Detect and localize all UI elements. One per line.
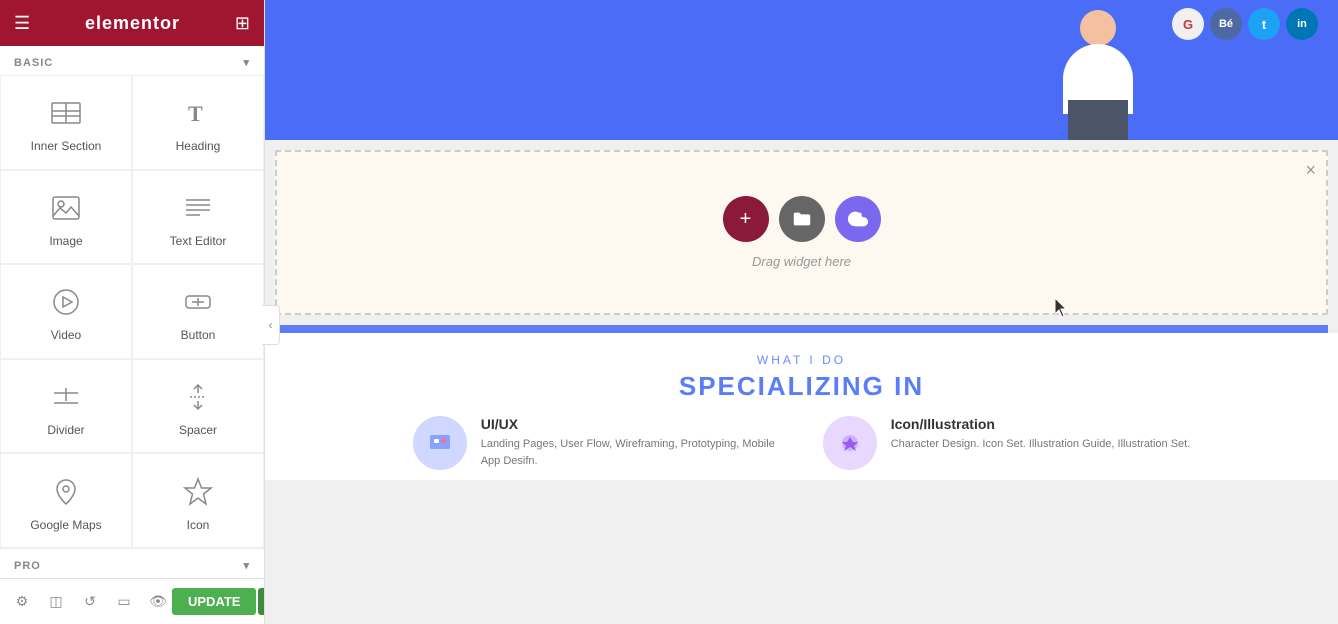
widget-spacer[interactable]: Spacer xyxy=(132,359,264,454)
folder-button[interactable] xyxy=(779,196,825,242)
person-head xyxy=(1080,10,1116,46)
widget-heading-label: Heading xyxy=(176,139,221,153)
social-twitter-icon[interactable]: t xyxy=(1248,8,1280,40)
drop-zone-close-button[interactable]: × xyxy=(1305,160,1316,181)
widget-video-label: Video xyxy=(51,328,81,342)
bottom-icons: ⚙ ◫ ↺ ▭ 👁 xyxy=(8,588,172,616)
cloud-button[interactable] xyxy=(835,196,881,242)
panel-collapse-arrow[interactable]: ‹ xyxy=(262,305,280,345)
person-right-leg xyxy=(1098,100,1128,140)
image-icon xyxy=(48,190,84,226)
button-icon xyxy=(180,284,216,320)
hamburger-icon[interactable]: ☰ xyxy=(14,13,30,34)
hero-section: G Bé t in xyxy=(265,0,1338,140)
text-editor-icon xyxy=(180,190,216,226)
widget-google-maps-label: Google Maps xyxy=(30,518,101,532)
illustration-desc: Character Design. Icon Set. Illustration… xyxy=(891,436,1191,453)
illustration-icon-circle xyxy=(823,416,877,470)
service-card-illustration: Icon/Illustration Character Design. Icon… xyxy=(823,416,1191,470)
basic-section-label: BASIC ▾ xyxy=(0,46,264,75)
update-button-group: UPDATE ▲ xyxy=(172,588,265,615)
widget-image[interactable]: Image xyxy=(0,170,132,265)
widget-google-maps[interactable]: Google Maps xyxy=(0,453,132,548)
pro-section-label: PRO ▾ xyxy=(0,548,264,578)
widget-text-editor-label: Text Editor xyxy=(170,234,227,248)
uiux-text: UI/UX Landing Pages, User Flow, Wirefram… xyxy=(481,416,793,469)
services-row: UI/UX Landing Pages, User Flow, Wirefram… xyxy=(275,416,1328,470)
what-i-do-subtitle: WHAT I DO xyxy=(275,353,1328,367)
map-icon xyxy=(48,474,84,510)
drop-zone: × + Drag widget here xyxy=(275,150,1328,315)
settings-icon[interactable]: ⚙ xyxy=(8,588,36,616)
pro-chevron[interactable]: ▾ xyxy=(243,559,250,572)
elementor-logo: elementor xyxy=(85,13,180,34)
panel-header: ☰ elementor ⊞ xyxy=(0,0,264,46)
blue-separator xyxy=(275,325,1328,333)
icon-icon xyxy=(180,474,216,510)
what-i-do-section: WHAT I DO SPECIALIZING IN UI/UX Landing … xyxy=(265,333,1338,480)
basic-chevron[interactable]: ▾ xyxy=(243,56,250,69)
social-linkedin-icon[interactable]: in xyxy=(1286,8,1318,40)
widget-divider[interactable]: Divider xyxy=(0,359,132,454)
widget-video[interactable]: Video xyxy=(0,264,132,359)
basic-label: BASIC xyxy=(14,57,53,69)
main-canvas: G Bé t in × + Drag widget here xyxy=(265,0,1338,624)
preview-icon[interactable]: 👁 xyxy=(144,588,172,616)
drop-zone-buttons: + xyxy=(723,196,881,242)
history-icon[interactable]: ↺ xyxy=(76,588,104,616)
widget-button-label: Button xyxy=(181,328,216,342)
layers-icon[interactable]: ◫ xyxy=(42,588,70,616)
social-icons-bar: G Bé t in xyxy=(1172,8,1318,40)
widget-icon[interactable]: Icon xyxy=(132,453,264,548)
panel-bottom: ⚙ ◫ ↺ ▭ 👁 UPDATE ▲ xyxy=(0,578,264,624)
social-google-icon[interactable]: G xyxy=(1172,8,1204,40)
heading-icon: T xyxy=(180,95,216,131)
uiux-desc: Landing Pages, User Flow, Wireframing, P… xyxy=(481,436,793,469)
widget-button[interactable]: Button xyxy=(132,264,264,359)
update-button[interactable]: UPDATE xyxy=(172,588,256,615)
widget-inner-section[interactable]: Inner Section xyxy=(0,75,132,170)
illustration-text: Icon/Illustration Character Design. Icon… xyxy=(891,416,1191,453)
hero-person xyxy=(1038,0,1158,140)
widget-spacer-label: Spacer xyxy=(179,423,217,437)
left-panel: ☰ elementor ⊞ BASIC ▾ Inner Section xyxy=(0,0,265,624)
widget-divider-label: Divider xyxy=(47,423,84,437)
grid-icon[interactable]: ⊞ xyxy=(235,13,250,34)
add-widget-button[interactable]: + xyxy=(723,196,769,242)
social-behance-icon[interactable]: Bé xyxy=(1210,8,1242,40)
uiux-icon-circle xyxy=(413,416,467,470)
widget-text-editor[interactable]: Text Editor xyxy=(132,170,264,265)
inner-section-icon xyxy=(48,95,84,131)
svg-text:T: T xyxy=(188,101,203,126)
responsive-icon[interactable]: ▭ xyxy=(110,588,138,616)
spacer-icon xyxy=(180,379,216,415)
uiux-title: UI/UX xyxy=(481,416,793,432)
person-left-leg xyxy=(1068,100,1098,140)
drag-widget-text: Drag widget here xyxy=(752,254,851,269)
widget-icon-label: Icon xyxy=(187,518,210,532)
divider-icon xyxy=(48,379,84,415)
widget-image-label: Image xyxy=(49,234,82,248)
video-icon xyxy=(48,284,84,320)
service-card-uiux: UI/UX Landing Pages, User Flow, Wirefram… xyxy=(413,416,793,470)
what-i-do-title: SPECIALIZING IN xyxy=(275,371,1328,402)
widget-heading[interactable]: T Heading xyxy=(132,75,264,170)
widgets-grid: Inner Section T Heading Image xyxy=(0,75,264,548)
illustration-title: Icon/Illustration xyxy=(891,416,1191,432)
widget-inner-section-label: Inner Section xyxy=(31,139,102,153)
pro-label: PRO xyxy=(14,560,41,572)
